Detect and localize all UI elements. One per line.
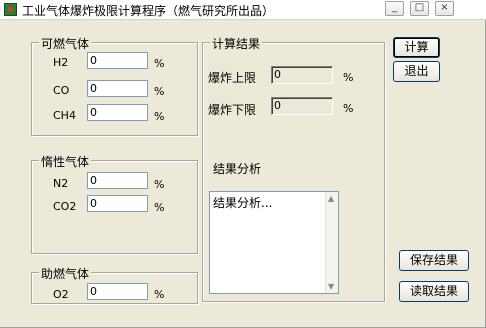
calculate-button[interactable]: 计算 xyxy=(393,37,440,58)
flammable-gas-legend: 可燃气体 xyxy=(39,35,92,52)
close-button[interactable]: × xyxy=(435,1,454,16)
scroll-down-icon[interactable]: ▼ xyxy=(328,282,334,291)
analysis-label: 结果分析 xyxy=(213,162,262,176)
analysis-textarea[interactable]: 结果分析... ▲ ▼ xyxy=(209,191,339,294)
co-input[interactable] xyxy=(87,80,148,97)
oxidant-gas-legend: 助燃气体 xyxy=(39,265,92,282)
app-window: 工业气体爆炸极限计算程序（燃气研究所出品） _ □ × 可燃气体 H2 % CO… xyxy=(0,0,486,328)
o2-label: O2 xyxy=(53,288,69,301)
co2-label: CO2 xyxy=(53,200,77,213)
title-bar: 工业气体爆炸极限计算程序（燃气研究所出品） _ □ × xyxy=(0,0,486,20)
load-results-button[interactable]: 读取结果 xyxy=(399,281,469,302)
save-results-button[interactable]: 保存结果 xyxy=(399,250,469,271)
analysis-scrollbar[interactable]: ▲ ▼ xyxy=(325,192,338,293)
co-unit: % xyxy=(154,85,165,98)
co-label: CO xyxy=(53,84,70,97)
upper-limit-unit: % xyxy=(343,71,354,84)
ch4-label: CH4 xyxy=(53,109,76,122)
h2-label: H2 xyxy=(53,56,69,69)
n2-input[interactable] xyxy=(87,172,148,189)
ch4-unit: % xyxy=(154,110,165,123)
co2-input[interactable] xyxy=(87,195,148,212)
analysis-text: 结果分析... xyxy=(213,196,273,210)
lower-limit-unit: % xyxy=(343,102,354,115)
window-title: 工业气体爆炸极限计算程序（燃气研究所出品） xyxy=(22,4,275,18)
o2-input[interactable] xyxy=(87,283,148,300)
upper-limit-output: 0 xyxy=(271,66,333,84)
minimize-button[interactable]: _ xyxy=(385,1,404,16)
maximize-button[interactable]: □ xyxy=(410,1,429,16)
lower-limit-label: 爆炸下限 xyxy=(208,103,257,117)
results-legend: 计算结果 xyxy=(210,35,263,52)
o2-unit: % xyxy=(154,288,165,301)
exit-button[interactable]: 退出 xyxy=(393,61,440,82)
h2-unit: % xyxy=(154,57,165,70)
ch4-input[interactable] xyxy=(87,104,148,121)
upper-limit-label: 爆炸上限 xyxy=(208,71,257,85)
scroll-up-icon[interactable]: ▲ xyxy=(328,194,334,203)
co2-unit: % xyxy=(154,201,165,214)
inert-gas-legend: 惰性气体 xyxy=(39,153,92,170)
n2-unit: % xyxy=(154,178,165,191)
app-icon xyxy=(4,3,17,16)
h2-input[interactable] xyxy=(87,52,148,69)
n2-label: N2 xyxy=(53,177,69,190)
lower-limit-output: 0 xyxy=(271,97,333,115)
